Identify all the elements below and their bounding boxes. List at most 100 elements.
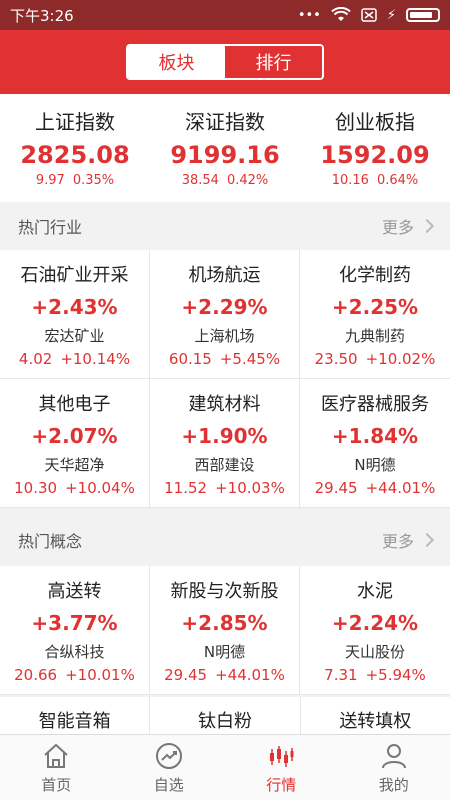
index-name: 上证指数 <box>35 110 115 134</box>
index-change-pct: 0.42% <box>226 173 269 188</box>
stock-price: 11.52 <box>164 478 208 497</box>
leading-stock: 合纵科技 <box>44 642 105 661</box>
leading-stock: N明德 <box>354 455 396 474</box>
stock-meta: 23.50 +10.02% <box>315 350 436 368</box>
sector-name: 送转填权 <box>339 711 412 732</box>
more-label: 更多 <box>381 532 414 551</box>
industry-card[interactable]: 化学制药 +2.25% 九典制药 23.50 +10.02% <box>300 250 450 379</box>
tab-watchlist[interactable]: 自选 <box>113 735 226 800</box>
stock-pct: +10.01% <box>65 665 135 684</box>
sector-pct: +3.77% <box>31 610 118 635</box>
hot-industry-more-button[interactable]: 更多 <box>381 214 435 238</box>
industry-card[interactable]: 医疗器械服务 +1.84% N明德 29.45 +44.01% <box>300 379 450 508</box>
stock-price: 4.02 <box>18 349 53 368</box>
index-name: 创业板指 <box>335 110 415 134</box>
tab-home[interactable]: 首页 <box>0 735 113 800</box>
stock-price: 7.31 <box>324 665 358 684</box>
tab-profile[interactable]: 我的 <box>338 735 450 800</box>
hot-industry-header: 热门行业 更多 <box>0 202 450 250</box>
tab-label: 首页 <box>41 775 72 794</box>
industry-card[interactable]: 机场航运 +2.29% 上海机场 60.15 +5.45% <box>150 250 300 379</box>
leading-stock: 九典制药 <box>344 326 405 345</box>
concept-card[interactable]: 新股与次新股 +2.85% N明德 29.45 +44.01% <box>150 566 300 695</box>
stock-price: 29.45 <box>164 665 208 684</box>
chevron-right-icon <box>419 218 435 234</box>
leading-stock: 上海机场 <box>194 326 255 345</box>
stock-pct: +10.03% <box>215 478 285 497</box>
concept-card[interactable]: 智能音箱 <box>0 697 151 734</box>
concept-card[interactable]: 高送转 +3.77% 合纵科技 20.66 +10.01% <box>0 566 150 695</box>
hot-concept-grid: 高送转 +3.77% 合纵科技 20.66 +10.01% 新股与次新股 +2.… <box>0 566 450 695</box>
sector-name: 机场航运 <box>188 264 261 286</box>
index-shanghai[interactable]: 上证指数 2825.08 9.97 0.35% <box>0 94 150 202</box>
sector-name: 钛白粉 <box>197 711 252 732</box>
index-change-amount: 9.97 <box>35 173 65 188</box>
index-value: 1592.09 <box>320 141 430 169</box>
index-change-pct: 0.64% <box>376 173 419 188</box>
trend-icon <box>155 742 182 769</box>
sector-pct: +2.07% <box>31 423 118 448</box>
sector-name: 高送转 <box>47 580 102 602</box>
index-shenzhen[interactable]: 深证指数 9199.16 38.54 0.42% <box>150 94 300 202</box>
tab-label: 自选 <box>153 775 184 794</box>
chevron-right-icon <box>419 532 435 548</box>
battery-icon <box>406 8 440 22</box>
index-change-amount: 10.16 <box>331 173 369 188</box>
status-time: 下午3:26 <box>10 6 74 25</box>
concept-partial-row: 智能音箱 钛白粉 送转填权 <box>0 697 450 734</box>
no-sim-icon <box>361 8 377 22</box>
concept-card[interactable]: 钛白粉 <box>150 697 301 734</box>
stock-price: 60.15 <box>168 349 212 368</box>
concept-card[interactable]: 送转填权 <box>301 697 450 734</box>
stock-pct: +10.14% <box>60 349 131 368</box>
tab-market[interactable]: 行情 <box>225 735 338 800</box>
stock-meta: 10.30 +10.04% <box>14 479 135 497</box>
stock-meta: 4.02 +10.14% <box>19 350 130 368</box>
sector-name: 医疗器械服务 <box>321 393 429 415</box>
industry-card[interactable]: 石油矿业开采 +2.43% 宏达矿业 4.02 +10.14% <box>0 250 150 379</box>
index-change-pct: 0.35% <box>72 173 115 188</box>
hot-concept-header: 热门概念 更多 <box>0 516 450 564</box>
section-title: 热门行业 <box>18 218 83 237</box>
segment-sector[interactable]: 板块 <box>128 46 225 78</box>
stock-pct: +5.45% <box>219 349 281 368</box>
index-value: 9199.16 <box>170 141 280 169</box>
sector-name: 化学制药 <box>339 264 411 286</box>
candlestick-icon <box>270 745 294 767</box>
leading-stock: N明德 <box>203 642 246 661</box>
stock-meta: 7.31 +5.94% <box>324 666 426 684</box>
leading-stock: 宏达矿业 <box>44 326 105 345</box>
stock-meta: 29.45 +44.01% <box>164 666 285 684</box>
index-chinext[interactable]: 创业板指 1592.09 10.16 0.64% <box>300 94 450 202</box>
stock-pct: +10.04% <box>65 478 135 497</box>
status-bar: 下午3:26 ••• ⚡ <box>0 0 450 30</box>
index-change: 10.16 0.64% <box>332 173 419 188</box>
sector-pct: +1.84% <box>331 423 419 448</box>
leading-stock: 西部建设 <box>194 455 255 474</box>
industry-card[interactable]: 其他电子 +2.07% 天华超净 10.30 +10.04% <box>0 379 150 508</box>
concept-card[interactable]: 水泥 +2.24% 天山股份 7.31 +5.94% <box>300 566 450 695</box>
sector-pct: +2.24% <box>331 610 419 635</box>
hot-concept-more-button[interactable]: 更多 <box>381 528 435 552</box>
stock-meta: 20.66 +10.01% <box>14 666 135 684</box>
leading-stock: 天华超净 <box>44 455 105 474</box>
stock-meta: 11.52 +10.03% <box>164 479 285 497</box>
sector-pct: +2.43% <box>31 294 118 319</box>
sector-name: 建筑材料 <box>188 393 261 415</box>
more-label: 更多 <box>381 218 414 237</box>
industry-card[interactable]: 建筑材料 +1.90% 西部建设 11.52 +10.03% <box>150 379 300 508</box>
tab-label: 我的 <box>378 775 409 794</box>
dots-icon: ••• <box>297 7 321 23</box>
stock-price: 23.50 <box>314 349 358 368</box>
index-name: 深证指数 <box>185 110 265 134</box>
top-bar: 板块 排行 <box>0 30 450 94</box>
sector-pct: +2.29% <box>181 294 268 319</box>
sector-name: 智能音箱 <box>38 711 111 732</box>
index-change-amount: 38.54 <box>181 173 219 188</box>
index-panel: 上证指数 2825.08 9.97 0.35% 深证指数 9199.16 38.… <box>0 94 450 202</box>
segment-ranking[interactable]: 排行 <box>225 46 322 78</box>
sector-pct: +2.85% <box>181 610 268 635</box>
sector-pct: +1.90% <box>181 423 268 448</box>
index-change: 9.97 0.35% <box>36 173 114 188</box>
stock-meta: 60.15 +5.45% <box>169 350 280 368</box>
